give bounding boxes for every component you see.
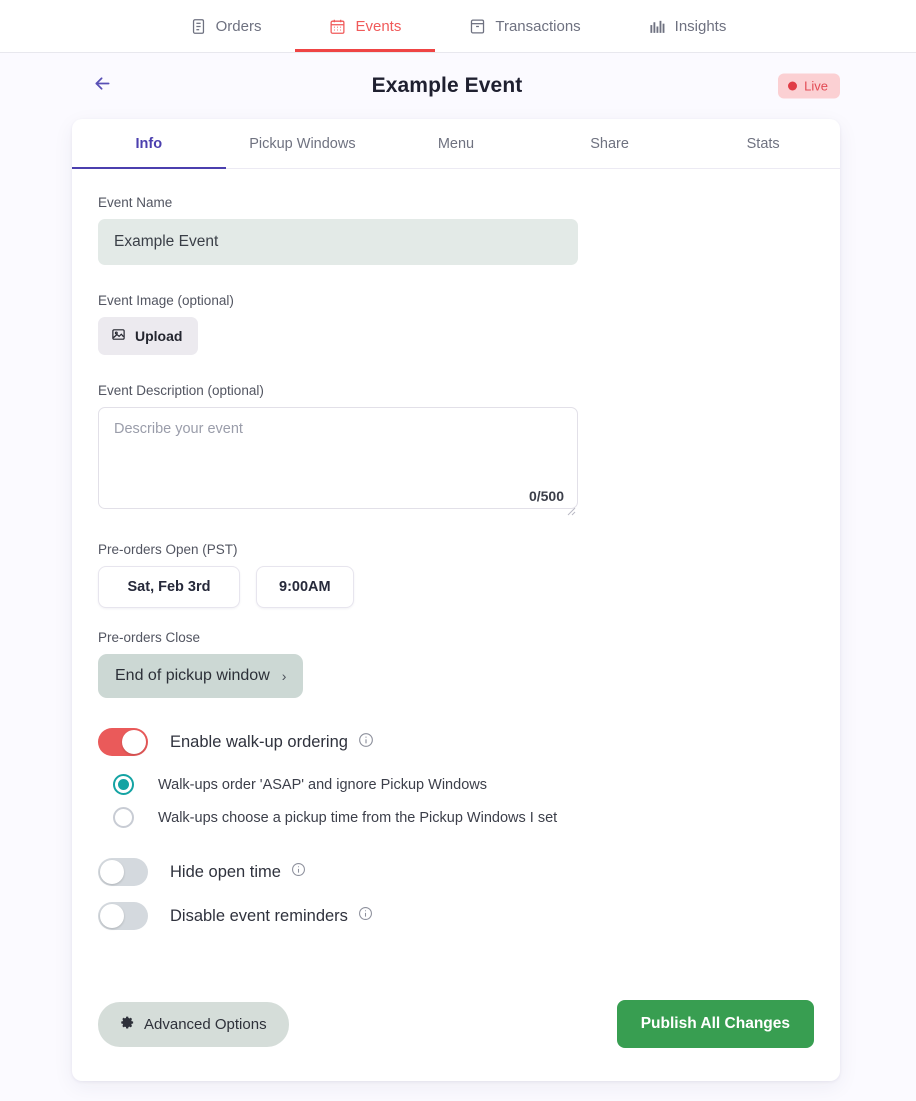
walkup-ordering-row: Enable walk-up ordering (98, 728, 814, 756)
tab-info-label: Info (135, 135, 163, 152)
upload-button[interactable]: Upload (98, 317, 199, 355)
disable-reminders-label: Disable event reminders (170, 906, 348, 925)
chevron-right-icon: › (281, 668, 287, 684)
preorders-close-value: End of pickup window (115, 667, 270, 684)
preorders-open-time-button[interactable]: 9:00AM (256, 566, 354, 608)
hide-open-time-label-group: Hide open time (170, 862, 306, 882)
calendar-icon (329, 18, 346, 35)
tab-pickup-windows-label: Pickup Windows (249, 135, 356, 152)
page-title: Example Event (371, 74, 523, 97)
event-description-wrapper: 0/500 (98, 407, 578, 516)
tab-share-label: Share (590, 135, 629, 152)
toggle-knob (100, 860, 124, 884)
event-description-label: Event Description (optional) (98, 383, 264, 398)
walkup-ordering-label-group: Enable walk-up ordering (170, 732, 374, 753)
hide-open-time-label: Hide open time (170, 862, 281, 881)
form-actions: Advanced Options Publish All Changes (98, 1000, 814, 1048)
radio-pickup-windows[interactable] (113, 807, 134, 828)
tab-pickup-windows[interactable]: Pickup Windows (226, 119, 380, 168)
event-name-label: Event Name (98, 195, 173, 210)
preorders-close-button[interactable]: End of pickup window › (98, 654, 304, 698)
advanced-options-button[interactable]: Advanced Options (98, 1001, 289, 1047)
image-icon (111, 327, 126, 345)
archive-box-icon (469, 18, 486, 35)
event-detail-card: Info Pickup Windows Menu Share Stats Eve… (72, 119, 840, 1081)
status-badge[interactable]: Live (778, 73, 840, 99)
status-badge-label: Live (804, 78, 828, 94)
walkup-option-pickup-windows[interactable]: Walk-ups choose a pickup time from the P… (98, 807, 814, 828)
back-button[interactable] (92, 73, 113, 99)
tab-menu-label: Menu (437, 135, 475, 152)
walkup-ordering-toggle[interactable] (98, 728, 148, 756)
page-header: Example Event Live (0, 53, 916, 119)
tab-share[interactable]: Share (533, 119, 687, 168)
walkup-ordering-label: Enable walk-up ordering (170, 732, 348, 751)
tab-info[interactable]: Info (72, 119, 226, 169)
info-icon[interactable] (358, 906, 373, 926)
gear-icon (120, 1015, 135, 1034)
nav-item-transactions-label: Transactions (495, 17, 581, 35)
walkup-option-pickup-windows-label: Walk-ups choose a pickup time from the P… (158, 809, 558, 826)
event-image-label: Event Image (optional) (98, 293, 234, 308)
disable-reminders-toggle[interactable] (98, 902, 148, 930)
tab-stats-label: Stats (746, 135, 780, 152)
preorders-open-label: Pre-orders Open (PST) (98, 542, 238, 557)
preorders-open-row: Sat, Feb 3rd 9:00AM (98, 566, 814, 608)
toggle-knob (122, 730, 146, 754)
info-tab-panel: Event Name Event Image (optional) Upload… (72, 169, 840, 1081)
tab-menu[interactable]: Menu (379, 119, 533, 168)
hide-open-time-toggle[interactable] (98, 858, 148, 886)
tab-stats[interactable]: Stats (686, 119, 840, 168)
nav-item-orders-label: Orders (215, 17, 262, 35)
radio-asap[interactable] (113, 774, 134, 795)
disable-reminders-row: Disable event reminders (98, 902, 814, 930)
nav-item-insights-label: Insights (674, 17, 727, 35)
event-name-input[interactable] (98, 219, 578, 265)
walkup-option-asap-label: Walk-ups order 'ASAP' and ignore Pickup … (158, 776, 487, 793)
advanced-options-label: Advanced Options (144, 1015, 267, 1033)
arrow-left-icon (92, 73, 113, 99)
nav-item-transactions[interactable]: Transactions (435, 0, 614, 52)
disable-reminders-label-group: Disable event reminders (170, 906, 373, 926)
event-description-textarea[interactable] (98, 407, 578, 509)
walkup-option-asap[interactable]: Walk-ups order 'ASAP' and ignore Pickup … (98, 774, 814, 795)
nav-item-events[interactable]: Events (295, 0, 436, 52)
hide-open-time-row: Hide open time (98, 858, 814, 886)
toggle-knob (100, 904, 124, 928)
bar-chart-icon (649, 18, 666, 35)
publish-all-changes-button[interactable]: Publish All Changes (616, 1000, 814, 1048)
preorders-open-date-button[interactable]: Sat, Feb 3rd (98, 566, 240, 608)
live-dot-icon (788, 81, 798, 91)
info-icon[interactable] (291, 862, 306, 882)
upload-button-label: Upload (135, 328, 183, 344)
document-list-icon (190, 18, 207, 35)
nav-item-events-label: Events (355, 17, 402, 35)
nav-item-orders[interactable]: Orders (156, 0, 296, 52)
main-navigation: Orders Events Transactions Insights (0, 0, 916, 53)
preorders-close-label: Pre-orders Close (98, 630, 201, 645)
nav-item-insights[interactable]: Insights (615, 0, 761, 52)
event-tabs: Info Pickup Windows Menu Share Stats (72, 119, 840, 169)
info-icon[interactable] (358, 732, 374, 753)
